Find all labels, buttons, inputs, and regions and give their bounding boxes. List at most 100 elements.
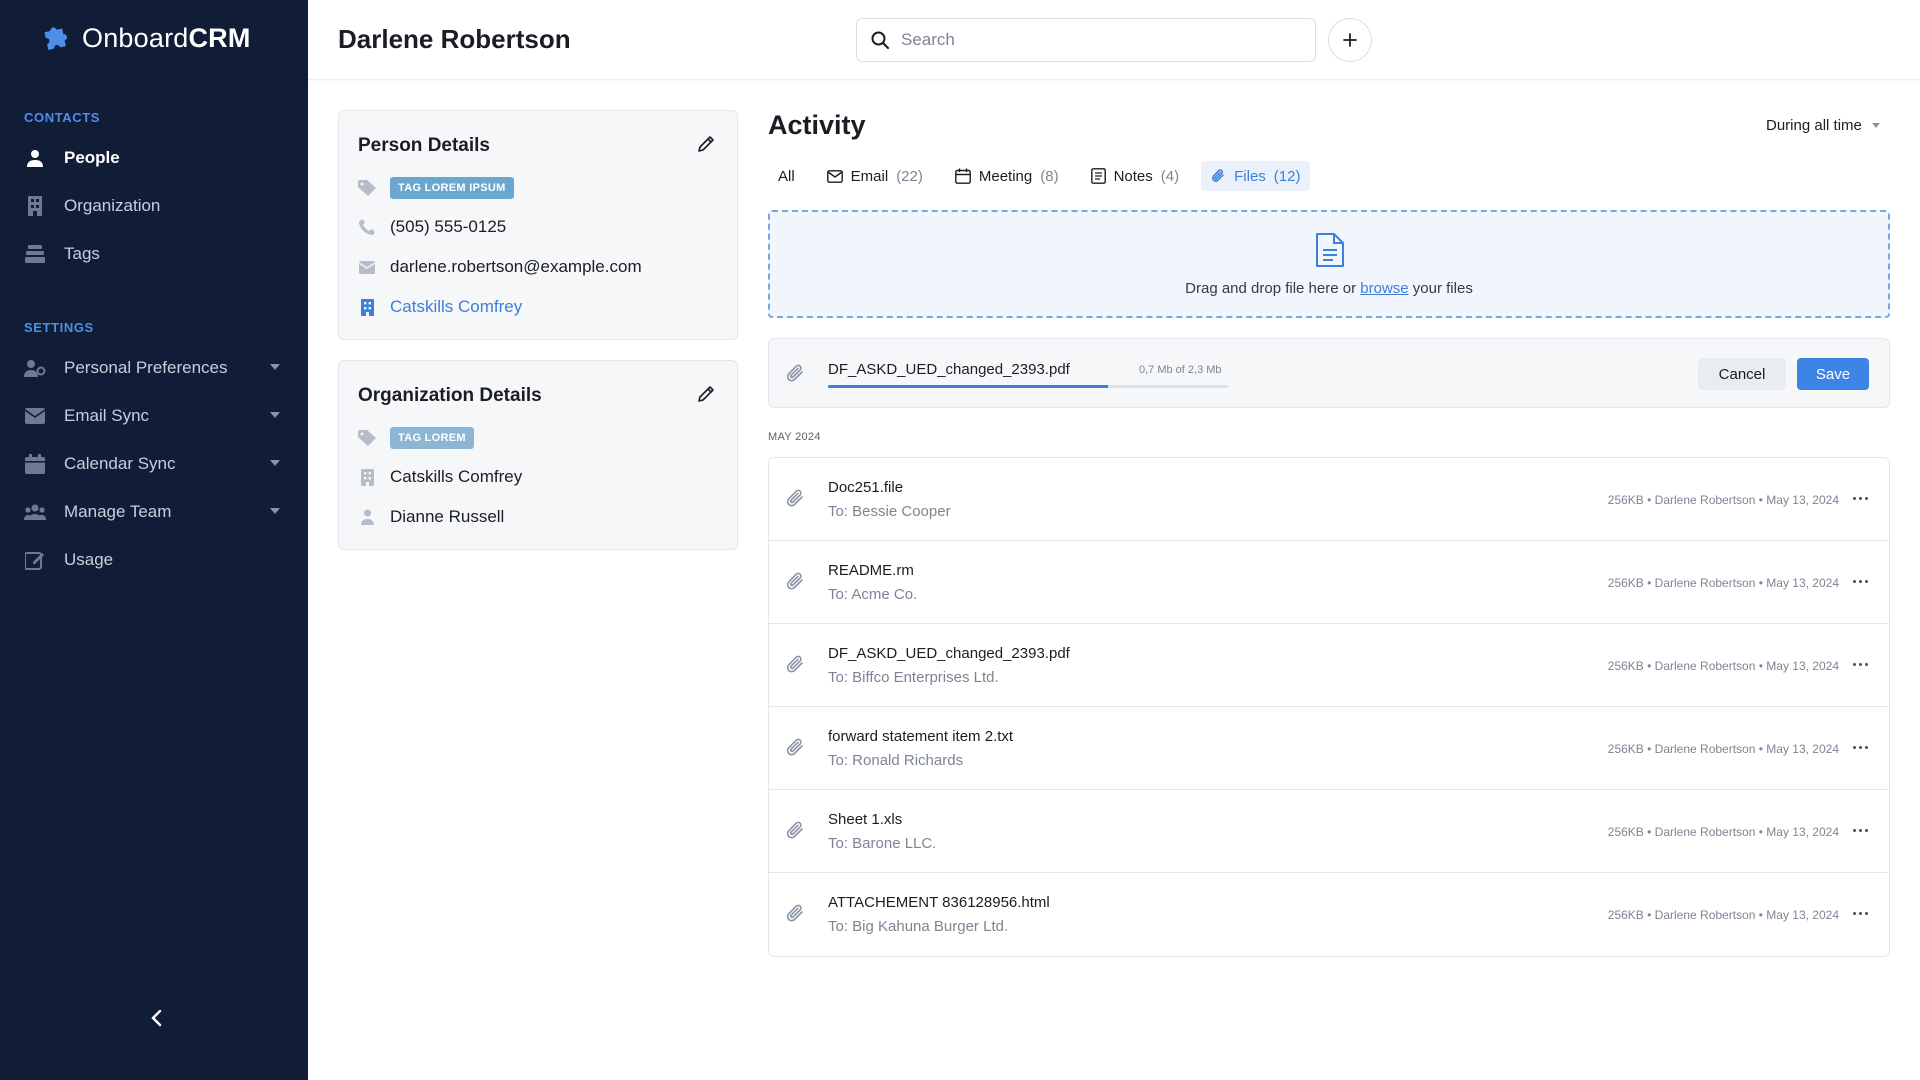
tab-count: (8) [1040, 167, 1059, 185]
browse-link[interactable]: browse [1360, 280, 1408, 297]
sidebar-item-label: People [64, 148, 120, 167]
person-icon [358, 508, 376, 526]
tab-label: Notes [1113, 167, 1153, 185]
org-contact-row: Dianne Russell [358, 507, 504, 527]
paperclip-icon [786, 364, 803, 382]
settings-section-label: SETTINGS [24, 320, 94, 335]
file-name[interactable]: ATTACHEMENT 836128956.html [828, 894, 1050, 911]
tag-icon [358, 179, 376, 197]
sidebar-item-calendar-sync[interactable]: Calendar Sync [24, 446, 284, 482]
pencil-icon[interactable] [695, 133, 717, 155]
sidebar-item-personal-preferences[interactable]: Personal Preferences [24, 350, 284, 386]
puzzle-logo-icon [44, 27, 68, 50]
sidebar-item-email-sync[interactable]: Email Sync [24, 398, 284, 434]
person-tag-row: TAG LOREM IPSUM [358, 177, 514, 199]
file-recipient: To: Ronald Richards [828, 752, 964, 769]
org-name-row: Catskills Comfrey [358, 467, 522, 487]
file-recipient: To: Bessie Cooper [828, 503, 951, 520]
sidebar-item-people[interactable]: People [24, 140, 284, 176]
month-heading: MAY 2024 [768, 431, 821, 443]
tag-badge[interactable]: TAG LOREM IPSUM [390, 177, 514, 199]
paperclip-icon [786, 904, 803, 922]
tab-all[interactable]: All [768, 161, 805, 191]
tab-count: (22) [896, 167, 923, 185]
paperclip-icon [786, 655, 803, 673]
person-email-row: darlene.robertson@example.com [358, 257, 642, 277]
search-box[interactable] [856, 18, 1316, 62]
tab-notes[interactable]: Notes (4) [1081, 161, 1190, 191]
file-row[interactable]: forward statement item 2.txt To: Ronald R… [769, 707, 1889, 790]
file-name[interactable]: forward statement item 2.txt [828, 728, 1013, 745]
more-options-icon[interactable] [1849, 820, 1871, 840]
paperclip-icon [786, 572, 803, 590]
tag-badge[interactable]: TAG LOREM [390, 427, 474, 449]
more-options-icon[interactable] [1849, 654, 1871, 674]
file-meta: 256KB • Darlene Robertson • May 13, 2024 [1607, 659, 1839, 673]
file-name[interactable]: DF_ASKD_UED_changed_2393.pdf [828, 645, 1070, 662]
chevron-down-icon [270, 412, 280, 418]
person-organization-link[interactable]: Catskills Comfrey [390, 297, 522, 317]
person-organization-row: Catskills Comfrey [358, 297, 522, 317]
file-recipient: To: Acme Co. [828, 586, 918, 603]
save-button[interactable]: Save [1797, 358, 1869, 390]
more-options-icon[interactable] [1849, 737, 1871, 757]
file-row[interactable]: ATTACHEMENT 836128956.html To: Big Kahuna… [769, 873, 1889, 956]
period-select[interactable]: During all time [1766, 117, 1880, 134]
person-phone[interactable]: (505) 555-0125 [390, 217, 506, 237]
person-details-card: Person Details TAG LOREM IPSUM (505) 555… [338, 110, 738, 340]
paperclip-icon [1212, 169, 1224, 182]
chevron-left-icon [151, 1009, 162, 1027]
add-button[interactable] [1328, 18, 1372, 62]
org-contact[interactable]: Dianne Russell [390, 507, 504, 527]
file-name[interactable]: Doc251.file [828, 479, 903, 496]
org-name: Catskills Comfrey [390, 467, 523, 486]
file-row[interactable]: README.rm To: Acme Co. 256KB • Darlene Rob… [769, 541, 1889, 624]
sidebar-item-label: Manage Team [64, 502, 172, 521]
tab-label: Email [850, 167, 889, 185]
sidebar-item-usage[interactable]: Usage [24, 542, 284, 578]
file-row[interactable]: DF_ASKD_UED_changed_2393.pdf To: Biffco E… [769, 624, 1889, 707]
sidebar: OnboardCRM CONTACTS People Organization … [0, 0, 308, 1080]
building-icon [358, 298, 376, 316]
file-meta: 256KB • Darlene Robertson • May 13, 2024 [1607, 576, 1839, 590]
search-input[interactable] [901, 30, 1281, 50]
person-phone-row: (505) 555-0125 [358, 217, 506, 237]
paperclip-icon [786, 489, 803, 507]
more-options-icon[interactable] [1849, 488, 1871, 508]
sidebar-item-label: Usage [64, 550, 114, 569]
file-name[interactable]: README.rm [828, 562, 914, 579]
plus-icon [1343, 33, 1357, 47]
more-options-icon[interactable] [1849, 903, 1871, 923]
org-tag-row: TAG LOREM [358, 427, 474, 449]
upload-progress-card: DF_ASKD_UED_changed_2393.pdf 0,7 Mb of 2… [768, 338, 1890, 408]
person-email[interactable]: darlene.robertson@example.com [390, 257, 642, 277]
sidebar-item-tags[interactable]: Tags [24, 236, 284, 272]
app-logo[interactable]: OnboardCRM [40, 22, 251, 54]
cancel-button[interactable]: Cancel [1698, 358, 1786, 390]
sidebar-item-organization[interactable]: Organization [24, 188, 284, 224]
file-meta: 256KB • Darlene Robertson • May 13, 2024 [1607, 908, 1839, 922]
file-name[interactable]: Sheet 1.xls [828, 811, 902, 828]
file-meta: 256KB • Darlene Robertson • May 13, 2024 [1607, 742, 1839, 756]
tab-files[interactable]: Files (12) [1201, 161, 1311, 191]
file-recipient: To: Big Kahuna Burger Ltd. [828, 918, 1009, 935]
file-dropzone[interactable]: Drag and drop file here or browse your f… [768, 210, 1890, 318]
file-row[interactable]: Sheet 1.xls To: Barone LLC. 256KB • Darlen… [769, 790, 1889, 873]
document-icon [1316, 233, 1344, 267]
tab-meeting[interactable]: Meeting (8) [945, 161, 1069, 191]
more-options-icon[interactable] [1849, 571, 1871, 591]
file-recipient: To: Biffco Enterprises Ltd. [828, 669, 999, 686]
upload-size: 0,7 Mb of 2,3 Mb [1139, 364, 1222, 376]
phone-icon [358, 218, 376, 236]
file-row[interactable]: Doc251.file To: Bessie Cooper 256KB • Darl… [769, 458, 1889, 541]
pencil-icon[interactable] [695, 383, 717, 405]
top-bar: Darlene Robertson [308, 0, 1920, 80]
sidebar-item-manage-team[interactable]: Manage Team [24, 494, 284, 530]
sidebar-item-label: Organization [64, 196, 161, 215]
tab-email[interactable]: Email (22) [817, 161, 933, 191]
collapse-sidebar-button[interactable] [140, 1002, 172, 1034]
building-icon [24, 195, 46, 217]
envelope-icon [358, 258, 376, 276]
person-icon [24, 147, 46, 169]
sidebar-item-label: Calendar Sync [64, 454, 176, 473]
